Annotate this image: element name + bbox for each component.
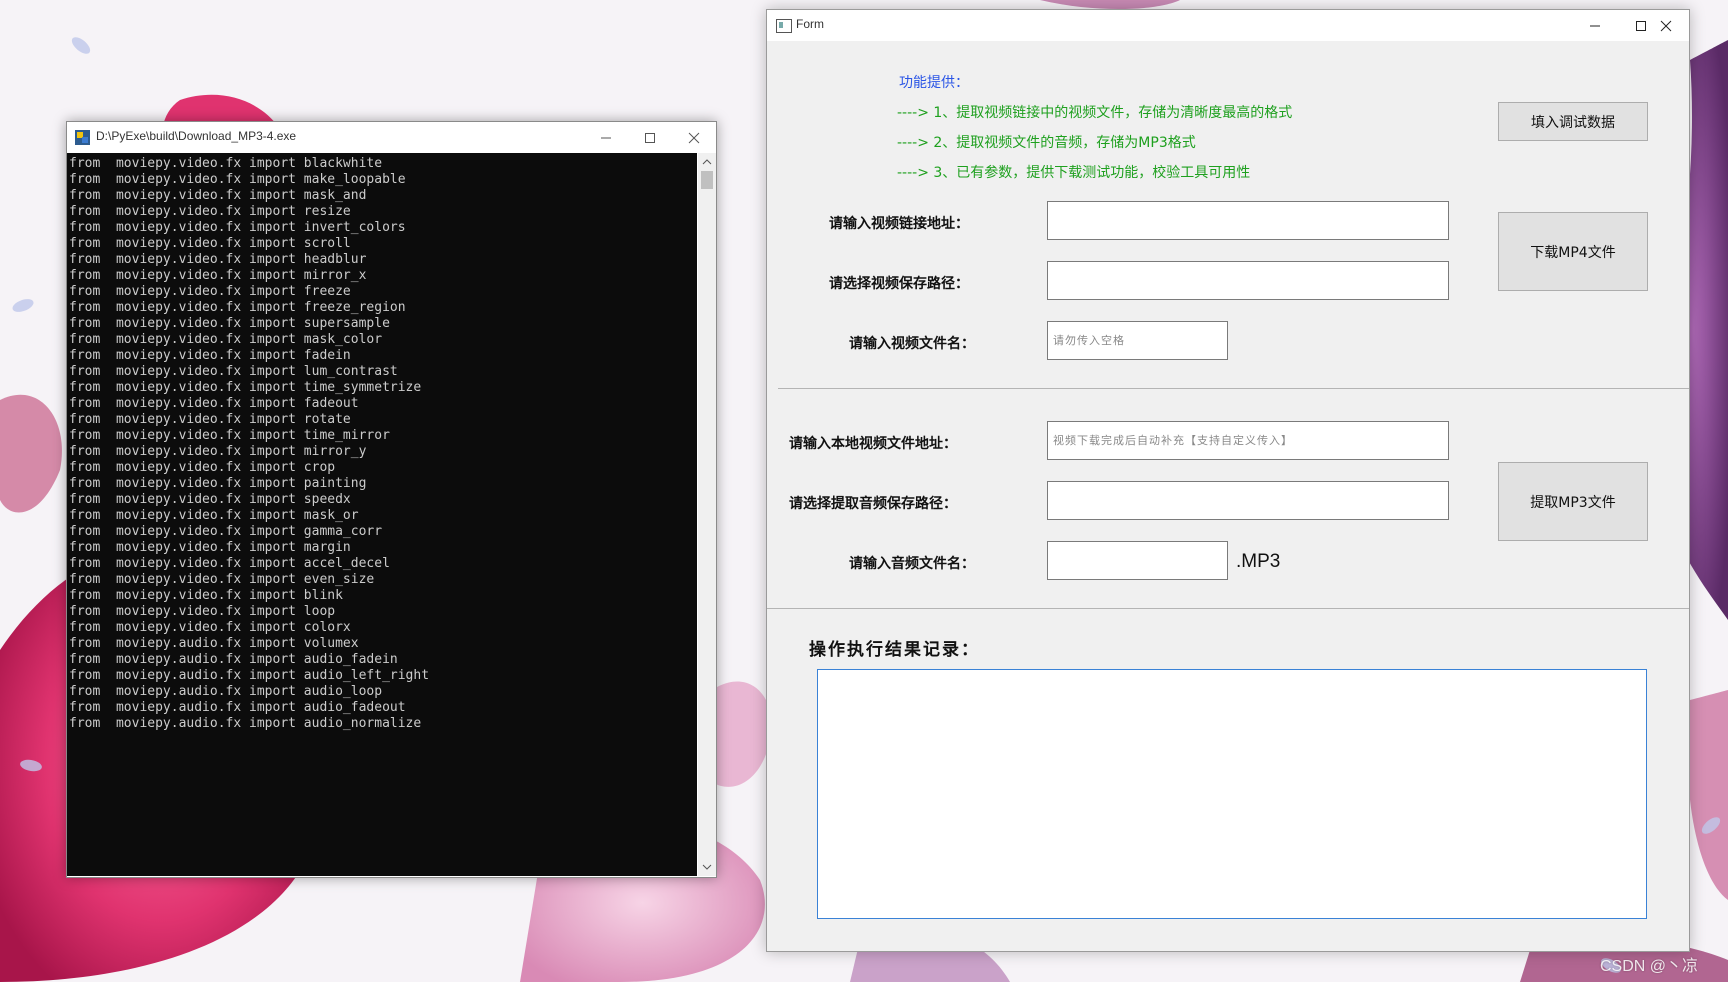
- console-lines: from moviepy.video.fx import blackwhite f…: [69, 156, 429, 732]
- console-line: from moviepy.video.fx import fadeout: [69, 396, 359, 411]
- close-icon: [688, 132, 700, 144]
- scroll-up-icon[interactable]: [698, 155, 716, 169]
- download-mp4-button[interactable]: 下载MP4文件: [1498, 212, 1648, 291]
- result-log-textarea[interactable]: [817, 669, 1647, 919]
- console-line: from moviepy.video.fx import blink: [69, 588, 343, 603]
- console-line: from moviepy.audio.fx import audio_loop: [69, 684, 383, 699]
- console-line: from moviepy.video.fx import supersample: [69, 316, 390, 331]
- console-minimize-button[interactable]: [584, 122, 628, 153]
- video-filename-input[interactable]: [1047, 321, 1228, 360]
- console-line: from moviepy.video.fx import loop: [69, 604, 336, 619]
- console-line: from moviepy.audio.fx import volumex: [69, 636, 359, 651]
- intro-item-3: ----> 3、已有参数，提供下载测试功能，校验工具可用性: [897, 165, 1251, 181]
- minimize-icon: [1590, 25, 1600, 27]
- form-window[interactable]: Form 功能提供： ----> 1、提取视频链接中的视频文件，存储为清晰度最高…: [766, 9, 1690, 952]
- console-line: from moviepy.video.fx import mask_or: [69, 508, 359, 523]
- console-line: from moviepy.audio.fx import audio_norma…: [69, 716, 422, 731]
- console-line: from moviepy.video.fx import crop: [69, 460, 336, 475]
- console-line: from moviepy.video.fx import margin: [69, 540, 351, 555]
- maximize-icon: [645, 133, 655, 143]
- form-close-button[interactable]: [1644, 10, 1688, 41]
- console-line: from moviepy.video.fx import accel_decel: [69, 556, 390, 571]
- console-title: D:\PyExe\build\Download_MP3-4.exe: [96, 129, 297, 143]
- video-filename-label: 请输入视频文件名：: [849, 336, 975, 352]
- console-line: from moviepy.video.fx import mirror_x: [69, 268, 367, 283]
- video-save-path-input[interactable]: [1047, 261, 1449, 300]
- audio-filename-label: 请输入音频文件名：: [849, 556, 975, 572]
- console-line: from moviepy.video.fx import blackwhite: [69, 156, 383, 171]
- audio-suffix: .MP3: [1236, 551, 1281, 572]
- console-line: from moviepy.video.fx import colorx: [69, 620, 351, 635]
- intro-item-1: ----> 1、提取视频链接中的视频文件，存储为清晰度最高的格式: [897, 105, 1293, 121]
- form-title: Form: [796, 17, 824, 31]
- console-line: from moviepy.video.fx import rotate: [69, 412, 351, 427]
- console-titlebar[interactable]: D:\PyExe\build\Download_MP3-4.exe: [67, 122, 716, 153]
- local-video-label: 请输入本地视频文件地址：: [789, 436, 957, 452]
- watermark: CSDN @丶凉: [1600, 958, 1699, 975]
- audio-save-path-label: 请选择提取音频保存路径：: [789, 496, 957, 512]
- scroll-thumb[interactable]: [701, 171, 713, 189]
- console-maximize-button[interactable]: [628, 122, 672, 153]
- audio-filename-input[interactable]: [1047, 541, 1228, 580]
- console-line: from moviepy.video.fx import mirror_y: [69, 444, 367, 459]
- console-window[interactable]: D:\PyExe\build\Download_MP3-4.exe from m…: [66, 121, 717, 878]
- console-line: from moviepy.video.fx import fadein: [69, 348, 351, 363]
- video-save-path-label: 请选择视频保存路径：: [829, 276, 969, 292]
- python-exe-icon: [75, 130, 90, 145]
- console-line: from moviepy.audio.fx import audio_fadei…: [69, 652, 398, 667]
- console-line: from moviepy.video.fx import headblur: [69, 252, 367, 267]
- console-scrollbar[interactable]: [698, 153, 716, 876]
- video-url-input[interactable]: [1047, 201, 1449, 240]
- console-line: from moviepy.video.fx import freeze_regi…: [69, 300, 406, 315]
- console-line: from moviepy.video.fx import resize: [69, 204, 351, 219]
- console-close-button[interactable]: [672, 122, 716, 153]
- audio-save-path-input[interactable]: [1047, 481, 1449, 520]
- console-line: from moviepy.audio.fx import audio_left_…: [69, 668, 430, 683]
- console-line: from moviepy.video.fx import mask_color: [69, 332, 383, 347]
- form-window-icon: [776, 19, 792, 33]
- scroll-down-icon[interactable]: [698, 860, 716, 874]
- result-label: 操作执行结果记录：: [809, 640, 980, 660]
- console-line: from moviepy.audio.fx import audio_fadeo…: [69, 700, 406, 715]
- extract-mp3-button[interactable]: 提取MP3文件: [1498, 462, 1648, 541]
- video-url-label: 请输入视频链接地址：: [829, 216, 969, 232]
- intro-title: 功能提供：: [899, 75, 969, 91]
- console-line: from moviepy.video.fx import make_loopab…: [69, 172, 406, 187]
- console-line: from moviepy.video.fx import time_mirror: [69, 428, 390, 443]
- console-line: from moviepy.video.fx import mask_and: [69, 188, 367, 203]
- close-icon: [1660, 20, 1672, 32]
- fill-debug-data-button[interactable]: 填入调试数据: [1498, 102, 1648, 141]
- console-line: from moviepy.video.fx import scroll: [69, 236, 351, 251]
- console-line: from moviepy.video.fx import lum_contras…: [69, 364, 398, 379]
- section-divider: [778, 388, 1689, 389]
- intro-item-2: ----> 2、提取视频文件的音频，存储为MP3格式: [897, 135, 1196, 151]
- minimize-icon: [601, 137, 611, 139]
- section-divider: [767, 608, 1689, 609]
- form-minimize-button[interactable]: [1573, 10, 1617, 41]
- console-line: from moviepy.video.fx import painting: [69, 476, 367, 491]
- console-line: from moviepy.video.fx import even_size: [69, 572, 375, 587]
- local-video-input[interactable]: [1047, 421, 1449, 460]
- form-titlebar[interactable]: Form: [767, 10, 1689, 41]
- console-line: from moviepy.video.fx import time_symmet…: [69, 380, 422, 395]
- console-line: from moviepy.video.fx import gamma_corr: [69, 524, 383, 539]
- console-line: from moviepy.video.fx import speedx: [69, 492, 351, 507]
- console-line: from moviepy.video.fx import invert_colo…: [69, 220, 406, 235]
- console-line: from moviepy.video.fx import freeze: [69, 284, 351, 299]
- console-output[interactable]: from moviepy.video.fx import blackwhite f…: [67, 153, 697, 876]
